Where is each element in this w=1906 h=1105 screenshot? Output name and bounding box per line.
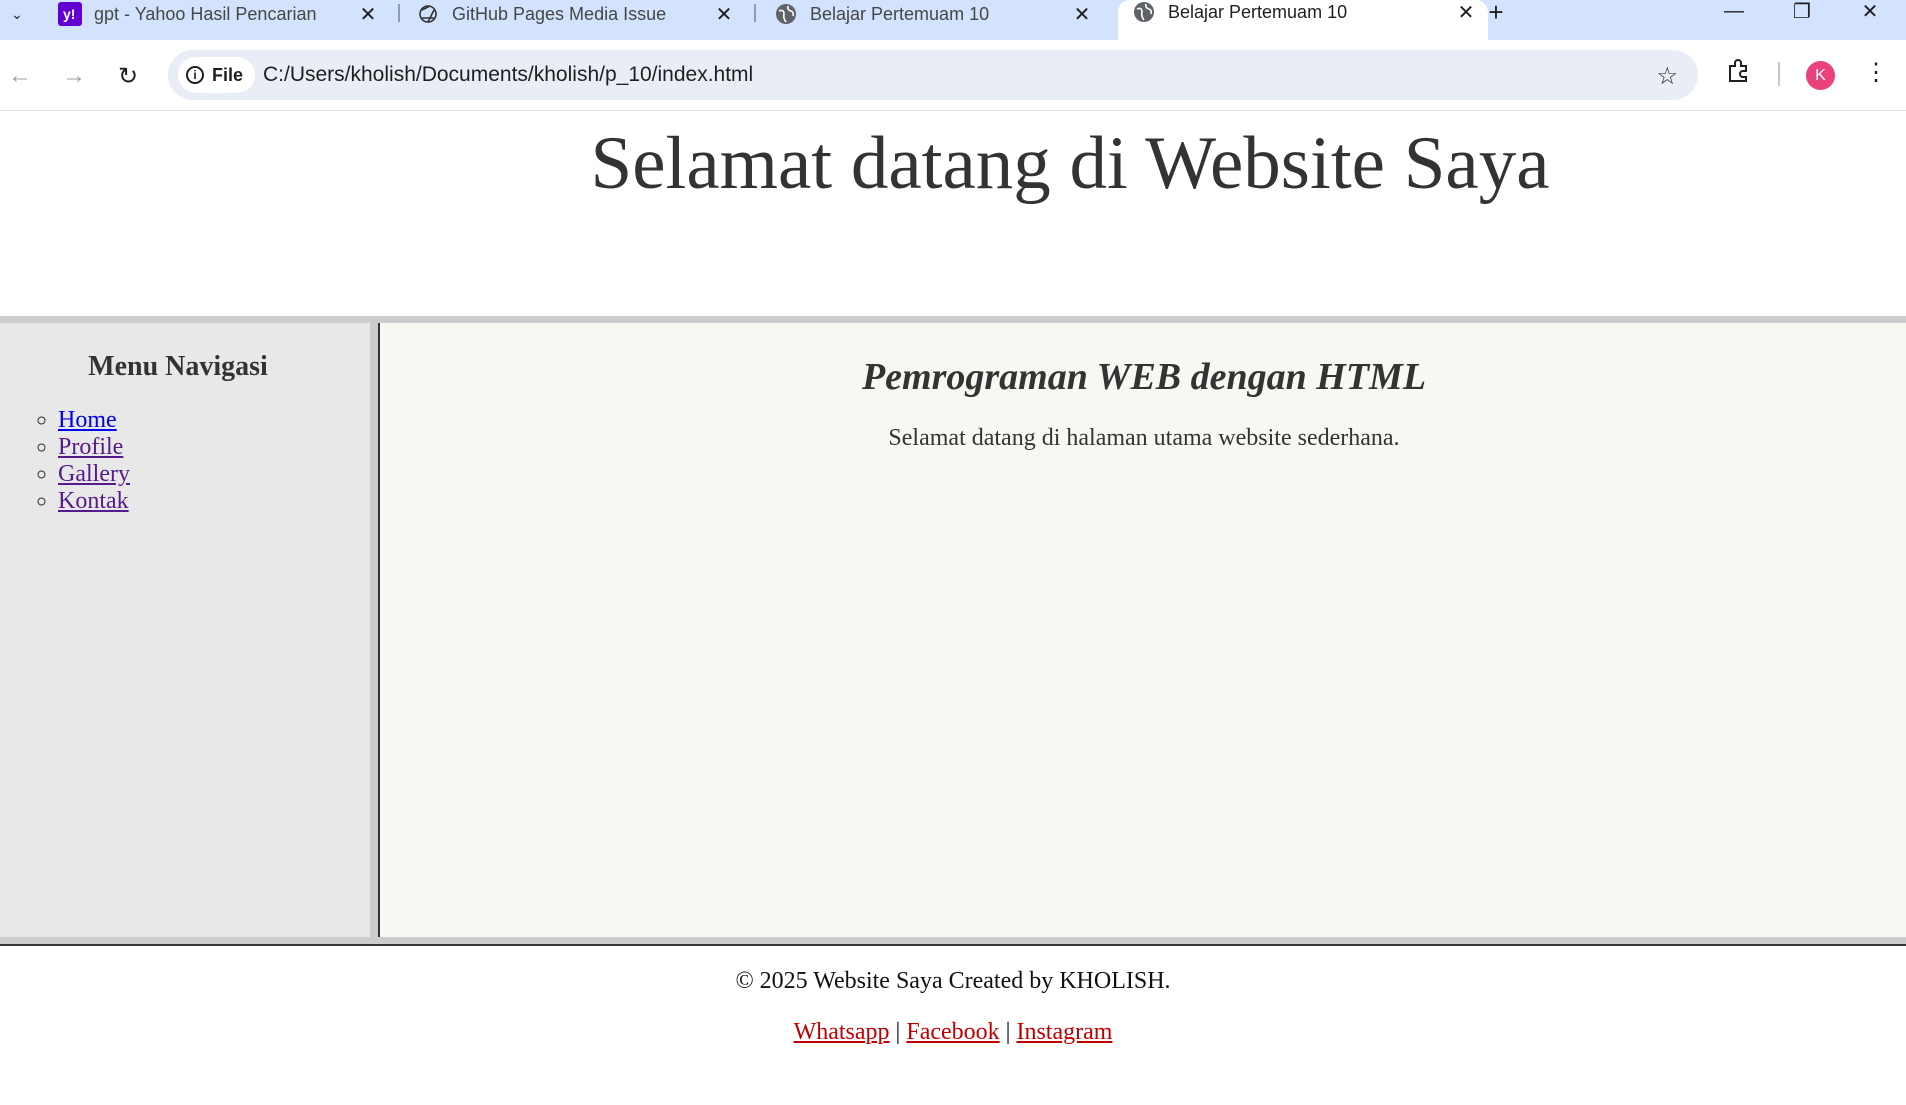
back-button[interactable]: ← — [2, 58, 38, 94]
tab-title: gpt - Yahoo Hasil Pencarian — [94, 3, 317, 24]
browser-toolbar: ← → ↻ i File C:/Users/kholish/Documents/… — [0, 40, 1906, 111]
restore-button[interactable]: ❐ — [1774, 0, 1830, 23]
web-page: Selamat datang di Website Saya Menu Navi… — [0, 111, 1906, 1105]
tab-strip: ⌄ y! gpt - Yahoo Hasil Pencarian ✕ GitHu… — [0, 0, 1906, 40]
globe-icon — [1132, 0, 1156, 24]
tab-separator — [754, 4, 756, 22]
main-heading: Pemrograman WEB dengan HTML — [861, 356, 1427, 398]
nav-item-gallery: Gallery — [58, 461, 130, 488]
tab-belajar-1[interactable]: Belajar Pertemuam 10 ✕ — [774, 0, 1094, 28]
tab-title: Belajar Pertemuam 10 — [1168, 2, 1348, 22]
tab-title: Belajar Pertemuam 10 — [810, 3, 990, 24]
yahoo-icon: y! — [58, 2, 82, 26]
profile-avatar[interactable]: K — [1806, 61, 1835, 90]
svg-text:y!: y! — [63, 6, 75, 22]
reload-icon: ↻ — [117, 62, 139, 90]
page-title: Selamat datang di Website Saya — [590, 122, 1550, 205]
bookmark-star-icon[interactable]: ☆ — [1656, 62, 1678, 91]
close-icon: ✕ — [1861, 0, 1879, 23]
close-window-button[interactable]: ✕ — [1842, 0, 1898, 23]
tab-yahoo[interactable]: y! gpt - Yahoo Hasil Pencarian ✕ — [58, 0, 380, 28]
tab-title: GitHub Pages Media Issue — [452, 3, 667, 24]
reload-button[interactable]: ↻ — [110, 58, 146, 94]
plus-icon: + — [1488, 0, 1504, 27]
openai-icon — [416, 2, 440, 26]
footer-separator: | — [1005, 1019, 1011, 1045]
site-info-chip[interactable]: i File — [178, 57, 256, 93]
nav-link-home[interactable]: Home — [58, 407, 117, 433]
extensions-icon[interactable] — [1726, 58, 1752, 91]
close-icon[interactable]: ✕ — [1070, 2, 1094, 26]
toolbar-divider — [1778, 62, 1780, 86]
nav-item-profile: Profile — [58, 434, 130, 461]
main-text: Selamat datang di halaman utama website … — [888, 425, 1400, 451]
nav-item-kontak: Kontak — [58, 488, 130, 515]
arrow-left-icon: ← — [8, 62, 32, 89]
close-icon[interactable]: ✕ — [356, 2, 380, 26]
tab-github-pages[interactable]: GitHub Pages Media Issue ✕ — [416, 0, 736, 28]
nav-link-profile[interactable]: Profile — [58, 434, 123, 460]
sidebar-heading: Menu Navigasi — [88, 351, 268, 382]
footer-copyright: © 2025 Website Saya Created by KHOLISH. — [735, 968, 1171, 994]
main-content: Pemrograman WEB dengan HTML Selamat data… — [378, 323, 1906, 937]
tab-separator — [398, 4, 400, 22]
globe-icon — [774, 2, 798, 26]
nav-item-home: Home — [58, 407, 130, 434]
sidebar: Menu Navigasi Home Profile Gallery Konta… — [0, 323, 378, 937]
close-icon[interactable]: ✕ — [712, 2, 736, 26]
page-footer: © 2025 Website Saya Created by KHOLISH. … — [0, 946, 1906, 1105]
restore-icon: ❐ — [1793, 0, 1811, 23]
minimize-icon: — — [1724, 0, 1744, 22]
chevron-down-icon: ⌄ — [11, 5, 23, 22]
footer-link-instagram[interactable]: Instagram — [1016, 1019, 1112, 1045]
forward-button[interactable]: → — [56, 58, 92, 94]
footer-links: Whatsapp | Facebook | Instagram — [0, 1019, 1906, 1046]
page-header: Selamat datang di Website Saya — [0, 111, 1906, 323]
tab-search-button[interactable]: ⌄ — [0, 0, 34, 28]
nav-link-gallery[interactable]: Gallery — [58, 461, 130, 487]
minimize-button[interactable]: — — [1706, 0, 1762, 22]
url-text[interactable]: C:/Users/kholish/Documents/kholish/p_10/… — [263, 50, 753, 100]
footer-divider — [0, 937, 1906, 944]
arrow-right-icon: → — [62, 62, 86, 89]
nav-list: Home Profile Gallery Kontak — [18, 407, 130, 515]
info-icon: i — [186, 66, 204, 84]
address-bar[interactable]: i File C:/Users/kholish/Documents/kholis… — [168, 50, 1698, 100]
close-icon[interactable]: ✕ — [1454, 0, 1478, 24]
chip-label: File — [212, 64, 244, 85]
nav-link-kontak[interactable]: Kontak — [58, 488, 129, 514]
footer-link-facebook[interactable]: Facebook — [906, 1019, 999, 1045]
footer-separator: | — [895, 1019, 901, 1045]
tab-belajar-active[interactable]: Belajar Pertemuam 10 ✕ — [1118, 0, 1488, 40]
footer-link-whatsapp[interactable]: Whatsapp — [794, 1019, 890, 1045]
menu-kebab-icon[interactable]: ⋮ — [1864, 58, 1888, 87]
new-tab-button[interactable]: + — [1482, 0, 1510, 27]
